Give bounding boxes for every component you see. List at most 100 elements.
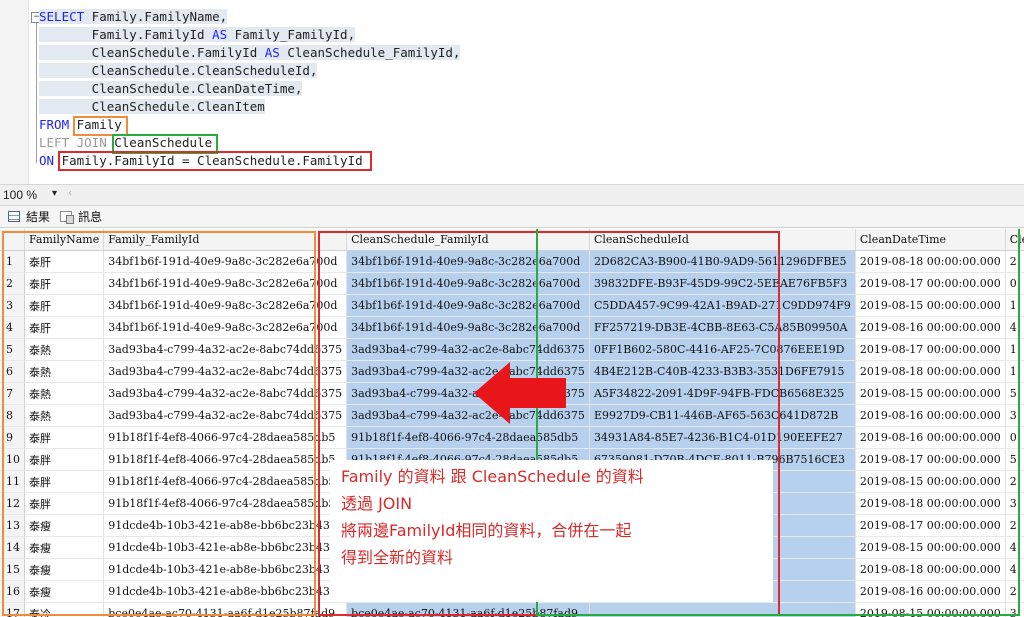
row-number[interactable]: 17 <box>0 602 25 617</box>
row-number[interactable]: 6 <box>0 360 25 383</box>
grid-cell[interactable]: 34bf1b6f-191d-40e9-9a8c-3c282e6a700d <box>346 316 590 339</box>
grid-cell[interactable]: 泰胖 <box>24 448 105 471</box>
table-row[interactable]: 9 泰胖 91b18f1f-4ef8-4066-97c4-28daea585db5 9… <box>0 426 1024 449</box>
row-number[interactable]: 14 <box>0 536 25 559</box>
grid-cell[interactable]: 34bf1b6f-191d-40e9-9a8c-3c282e6a700d <box>103 316 348 339</box>
grid-cell[interactable]: 泰熱 <box>24 404 105 427</box>
row-number[interactable]: 8 <box>0 404 25 427</box>
grid-cell[interactable]: 泰胖 <box>24 492 105 515</box>
grid-cell[interactable]: bce0e4ae-ac70-4131-aa6f-d1e25b87fad9 <box>103 602 348 617</box>
grid-cell[interactable]: 0 <box>1005 426 1024 449</box>
row-number[interactable]: 12 <box>0 492 25 515</box>
grid-cell[interactable]: 3ad93ba4-c799-4a32-ac2e-8abc74dd6375 <box>103 338 348 361</box>
zoom-dropdown-icon[interactable]: ▾ <box>52 187 57 201</box>
table-row[interactable]: 3 泰肝 34bf1b6f-191d-40e9-9a8c-3c282e6a700d 3… <box>0 294 1024 317</box>
grid-cell[interactable]: C5DDA457-9C99-42A1-B9AD-271C9DD974F9 <box>589 294 856 317</box>
grid-cell[interactable]: 2019-08-16 00:00:00.000 <box>855 316 1006 339</box>
grid-cell[interactable]: 91b18f1f-4ef8-4066-97c4-28daea585db5 <box>346 426 590 449</box>
grid-cell[interactable]: 34bf1b6f-191d-40e9-9a8c-3c282e6a700d <box>103 294 348 317</box>
grid-cell[interactable]: 4 <box>1005 536 1024 559</box>
grid-cell[interactable]: 34bf1b6f-191d-40e9-9a8c-3c282e6a700d <box>346 250 590 273</box>
table-row[interactable]: 17 泰冷 bce0e4ae-ac70-4131-aa6f-d1e25b87fad9… <box>0 602 1024 617</box>
grid-cell[interactable]: 2019-08-15 00:00:00.000 <box>855 602 1006 617</box>
grid-cell[interactable]: 4 <box>1005 316 1024 339</box>
grid-cell[interactable]: 3ad93ba4-c799-4a32-ac2e-8abc74dd6375 <box>103 360 348 383</box>
table-row[interactable]: 5 泰熱 3ad93ba4-c799-4a32-ac2e-8abc74dd6375 3… <box>0 338 1024 361</box>
grid-cell[interactable]: 3 <box>1005 492 1024 515</box>
grid-cell[interactable]: 3ad93ba4-c799-4a32-ac2e-8abc74dd6375 <box>346 338 590 361</box>
grid-cell[interactable]: 2 <box>1005 250 1024 273</box>
grid-cell[interactable]: 91dcde4b-10b3-421e-ab8e-bb6bc23b43... <box>103 580 348 603</box>
tab-results[interactable]: 結果 <box>6 208 50 226</box>
grid-cell[interactable]: 2019-08-18 00:00:00.000 <box>855 360 1006 383</box>
row-number[interactable]: 5 <box>0 338 25 361</box>
grid-cell[interactable]: 泰熱 <box>24 382 105 405</box>
row-number[interactable]: 3 <box>0 294 25 317</box>
grid-cell[interactable]: bce0e4ae-ac70-4131-aa6f-d1e25b87fad9 <box>346 602 590 617</box>
grid-cell[interactable]: 91dcde4b-10b3-421e-ab8e-bb6bc23b43... <box>103 514 348 537</box>
grid-cell[interactable]: 泰肝 <box>24 294 105 317</box>
grid-cell[interactable]: 泰肝 <box>24 250 105 273</box>
grid-cell[interactable]: 1 <box>1005 294 1024 317</box>
grid-cell[interactable]: 泰熱 <box>24 360 105 383</box>
grid-cell[interactable]: 34bf1b6f-191d-40e9-9a8c-3c282e6a700d <box>346 294 590 317</box>
column-header[interactable]: CleanDateTime <box>855 229 1006 251</box>
grid-cell[interactable]: 34931A84-85E7-4236-B1C4-01D190EEFE27 <box>589 426 856 449</box>
grid-cell[interactable]: 34bf1b6f-191d-40e9-9a8c-3c282e6a700d <box>346 272 590 295</box>
grid-cell[interactable]: 1 <box>1005 338 1024 361</box>
row-number[interactable]: 1 <box>0 250 25 273</box>
grid-cell[interactable]: 泰肝 <box>24 316 105 339</box>
grid-cell[interactable]: 2019-08-15 00:00:00.000 <box>855 382 1006 405</box>
grid-cell[interactable]: 2019-08-17 00:00:00.000 <box>855 338 1006 361</box>
grid-cell[interactable]: 泰冷 <box>24 602 105 617</box>
grid-cell[interactable]: 2019-08-15 00:00:00.000 <box>855 294 1006 317</box>
grid-cell[interactable]: 2 <box>1005 514 1024 537</box>
row-number[interactable]: 15 <box>0 558 25 581</box>
grid-cell[interactable]: 2019-08-15 00:00:00.000 <box>855 536 1006 559</box>
grid-cell[interactable]: 34bf1b6f-191d-40e9-9a8c-3c282e6a700d <box>103 250 348 273</box>
grid-cell[interactable]: 0 <box>1005 272 1024 295</box>
grid-cell[interactable]: 2019-08-17 00:00:00.000 <box>855 448 1006 471</box>
grid-cell[interactable]: 3ad93ba4-c799-4a32-ac2e-8abc74dd6375 <box>103 404 348 427</box>
grid-cell[interactable]: 2019-08-16 00:00:00.000 <box>855 404 1006 427</box>
grid-cell[interactable]: 泰瘦 <box>24 558 105 581</box>
grid-cell[interactable]: 泰肝 <box>24 272 105 295</box>
row-number[interactable]: 13 <box>0 514 25 537</box>
grid-cell[interactable]: 2019-08-17 00:00:00.000 <box>855 272 1006 295</box>
grid-cell[interactable]: 2 <box>1005 470 1024 493</box>
column-header[interactable]: Family_FamilyId <box>103 229 348 251</box>
grid-cell[interactable]: 2 <box>1005 580 1024 603</box>
grid-cell[interactable]: E9927D9-CB11-446B-AF65-563C641D872B <box>589 404 856 427</box>
column-header[interactable] <box>0 229 25 251</box>
grid-cell[interactable]: 91b18f1f-4ef8-4066-97c4-28daea585db5 <box>103 448 348 471</box>
grid-cell[interactable]: 2019-08-16 00:00:00.000 <box>855 580 1006 603</box>
grid-cell[interactable]: A5F34822-2091-4D9F-94FB-FDCB6568E325 <box>589 382 856 405</box>
row-number[interactable]: 10 <box>0 448 25 471</box>
grid-cell[interactable]: 3 <box>1005 404 1024 427</box>
grid-cell[interactable]: 0FF1B602-580C-4416-AF25-7C0876EEE19D <box>589 338 856 361</box>
grid-cell[interactable]: 4 <box>1005 558 1024 581</box>
grid-cell[interactable]: 91b18f1f-4ef8-4066-97c4-28daea585db5 <box>103 470 348 493</box>
grid-cell[interactable]: 34bf1b6f-191d-40e9-9a8c-3c282e6a700d <box>103 272 348 295</box>
column-header[interactable]: CleanItem <box>1005 229 1024 251</box>
grid-cell[interactable]: 泰熱 <box>24 338 105 361</box>
grid-cell[interactable]: 2019-08-18 00:00:00.000 <box>855 558 1006 581</box>
grid-cell[interactable]: 39832DFE-B93F-45D9-99C2-5EEAE76FB5F3 <box>589 272 856 295</box>
grid-cell[interactable]: FF257219-DB3E-4CBB-8E63-C5A85B09950A <box>589 316 856 339</box>
grid-cell[interactable]: 2D682CA3-B900-41B0-9AD9-5611296DFBE5 <box>589 250 856 273</box>
grid-cell[interactable]: 91b18f1f-4ef8-4066-97c4-28daea585db5 <box>103 426 348 449</box>
horizontal-scroll-left-icon[interactable]: ‹ <box>68 187 72 201</box>
grid-cell[interactable]: 2019-08-16 00:00:00.000 <box>855 426 1006 449</box>
sql-editor[interactable]: − SELECT Family.FamilyName, Family.Famil… <box>0 0 1024 184</box>
grid-cell[interactable]: 泰胖 <box>24 426 105 449</box>
grid-cell[interactable]: 5 <box>1005 382 1024 405</box>
column-header[interactable]: CleanScheduleId <box>589 229 856 251</box>
zoom-level[interactable]: 100 % <box>3 188 37 202</box>
row-number[interactable]: 9 <box>0 426 25 449</box>
grid-cell[interactable]: 泰瘦 <box>24 536 105 559</box>
row-number[interactable]: 7 <box>0 382 25 405</box>
grid-cell[interactable] <box>589 602 856 617</box>
grid-cell[interactable]: 2019-08-18 00:00:00.000 <box>855 250 1006 273</box>
grid-cell[interactable]: 2019-08-15 00:00:00.000 <box>855 470 1006 493</box>
row-number[interactable]: 2 <box>0 272 25 295</box>
